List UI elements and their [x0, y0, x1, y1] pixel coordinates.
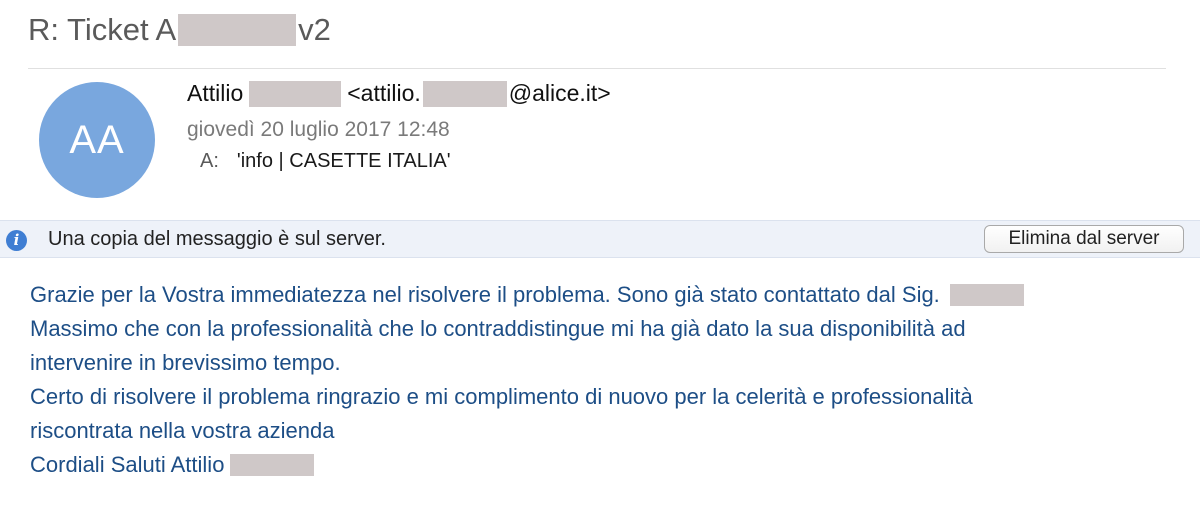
email-viewer: R: Ticket A v2 AA Attilio <attilio. @ali… — [0, 0, 1200, 506]
body-line: Massimo che con la professionalità che l… — [30, 316, 966, 341]
header-divider — [28, 68, 1166, 69]
avatar-initials: AA — [69, 117, 125, 162]
sender-email-prefix: <attilio. — [347, 80, 421, 106]
info-icon: i — [6, 230, 27, 251]
subject-suffix: v2 — [298, 12, 331, 47]
server-copy-info-bar: i Una copia del messaggio è sul server. … — [0, 220, 1200, 258]
sender-email-suffix: @alice.it> — [508, 80, 611, 106]
redaction-block — [230, 454, 315, 476]
email-date: giovedì 20 luglio 2017 12:48 — [187, 118, 450, 141]
body-line: Certo di risolvere il problema ringrazio… — [30, 384, 973, 409]
delete-from-server-button[interactable]: Elimina dal server — [984, 225, 1184, 253]
info-bar-message: Una copia del messaggio è sul server. — [48, 228, 386, 250]
recipient-label: A: — [200, 150, 219, 172]
email-subject: R: Ticket A v2 — [28, 12, 331, 48]
subject-prefix: R: Ticket A — [28, 12, 177, 47]
redaction-block — [178, 14, 297, 46]
body-line: riscontrata nella vostra azienda — [30, 418, 335, 443]
sender-line[interactable]: Attilio <attilio. @alice.it> — [187, 80, 611, 107]
redaction-block — [249, 80, 342, 107]
recipient-line: A: 'info | CASETTE ITALIA' — [200, 150, 451, 173]
sender-avatar: AA — [39, 82, 155, 198]
sender-name: Attilio — [187, 80, 244, 106]
email-body: Grazie per la Vostra immediatezza nel ri… — [30, 278, 1180, 482]
redaction-block — [949, 284, 1024, 306]
recipient-value[interactable]: 'info | CASETTE ITALIA' — [237, 150, 451, 173]
body-text: Grazie per la Vostra immediatezza nel ri… — [30, 282, 940, 307]
body-line: Grazie per la Vostra immediatezza nel ri… — [30, 278, 1180, 312]
body-text: Cordiali Saluti Attilio — [30, 452, 225, 477]
body-line: Cordiali Saluti Attilio — [30, 448, 1180, 482]
redaction-block — [422, 80, 507, 107]
body-line: intervenire in brevissimo tempo. — [30, 350, 341, 375]
